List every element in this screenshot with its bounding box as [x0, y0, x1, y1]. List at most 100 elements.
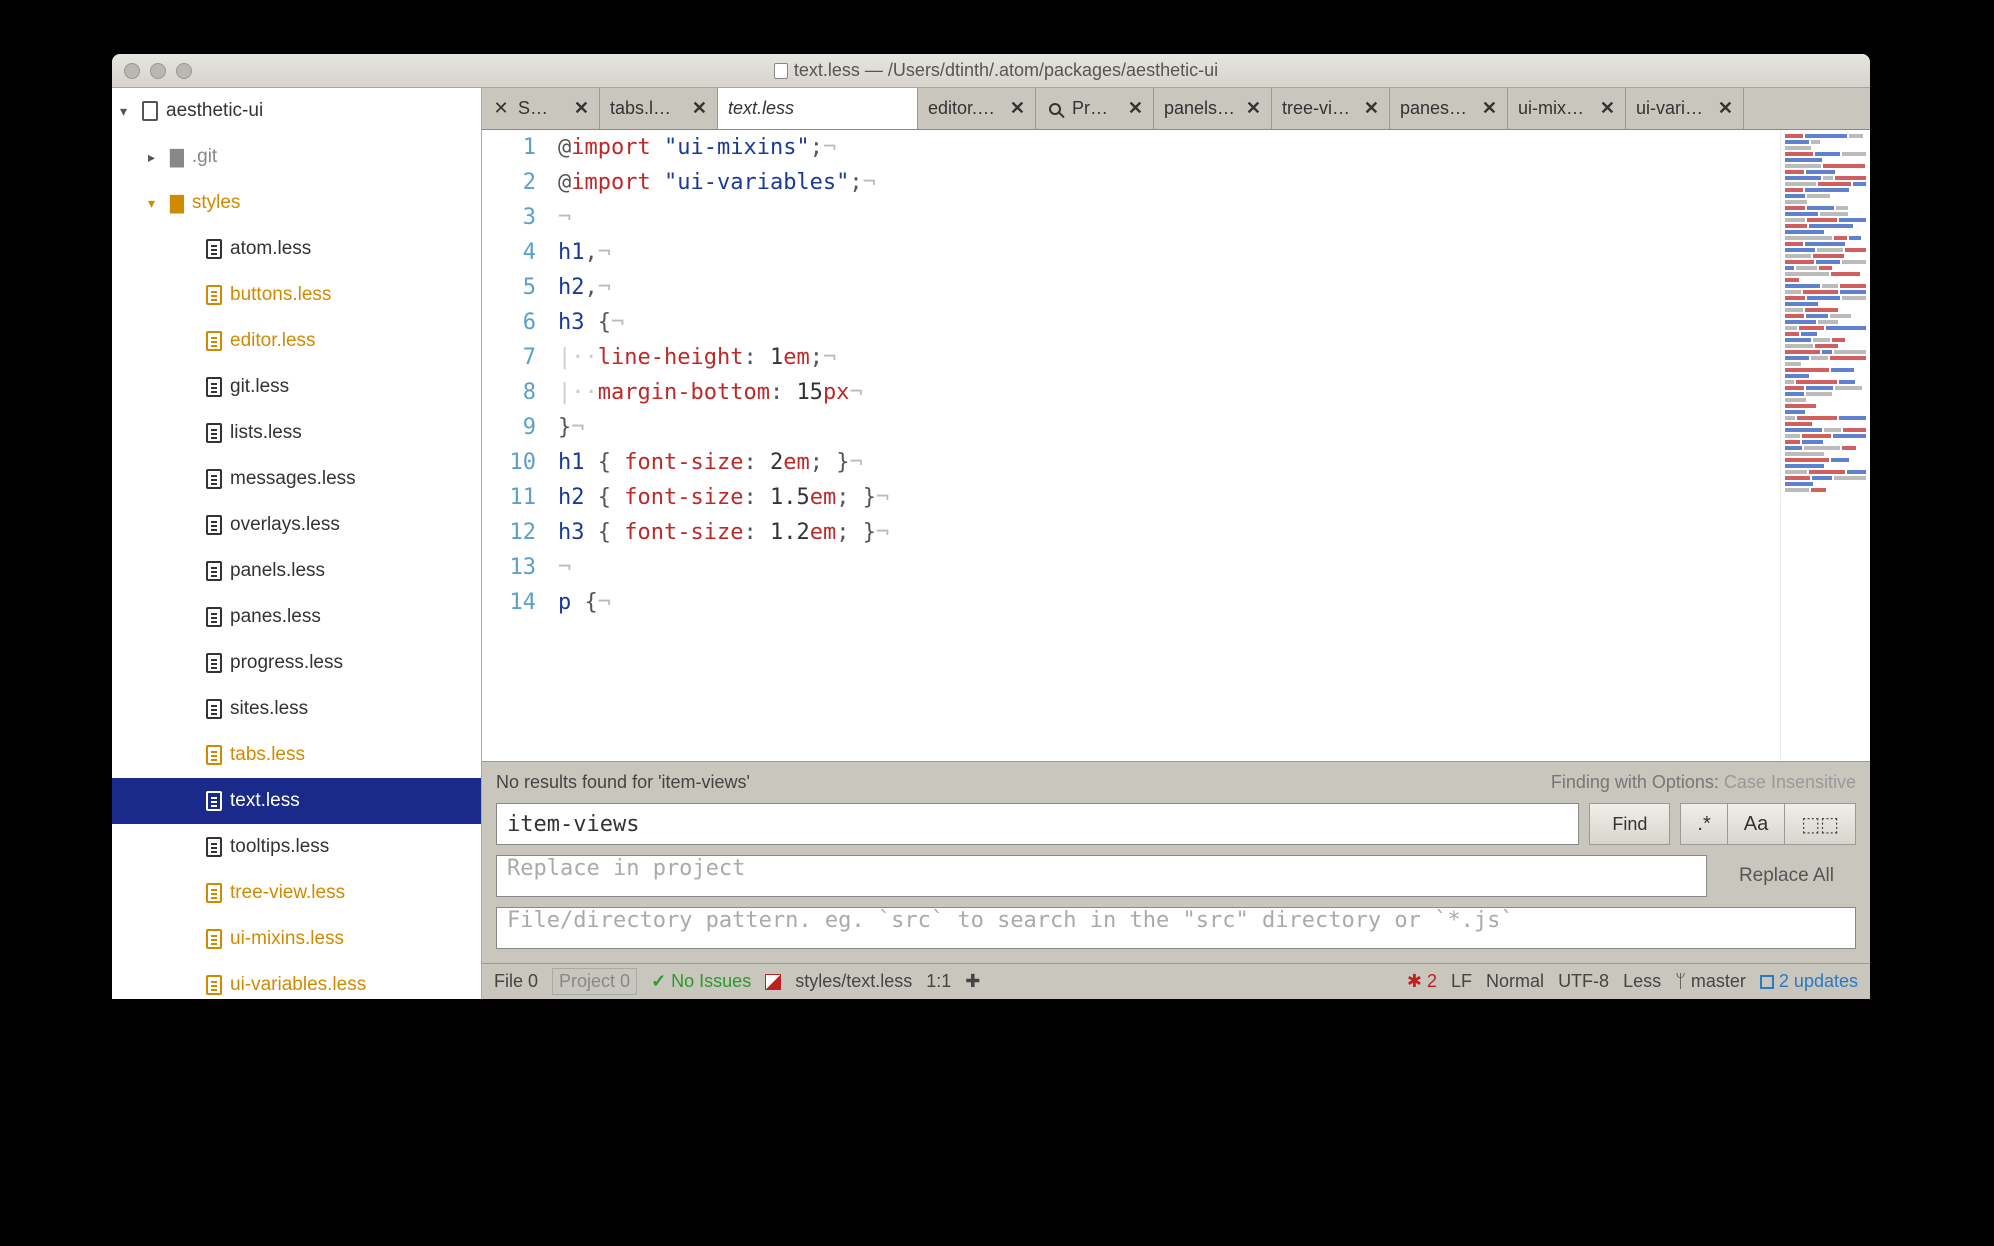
project-root[interactable]: ▾ aesthetic-ui	[112, 88, 481, 134]
styles-folder[interactable]: ▾ ▇ styles	[112, 180, 481, 226]
error-count[interactable]: ✱2	[1407, 971, 1437, 992]
replace-all-button[interactable]: Replace All	[1717, 865, 1856, 887]
file-name: editor.less	[230, 330, 316, 352]
line-ending[interactable]: LF	[1451, 971, 1472, 992]
tree-file-item[interactable]: editor.less	[112, 318, 481, 364]
close-tab-icon[interactable]: ✕	[1718, 98, 1733, 119]
case-toggle[interactable]: Aa	[1728, 803, 1785, 845]
path-filter-input[interactable]: File/directory pattern. eg. `src` to sea…	[496, 907, 1856, 949]
tab[interactable]: editor.…✕	[918, 88, 1036, 129]
find-options-text: Finding with Options: Case Insensitive	[1551, 772, 1856, 793]
file-name: messages.less	[230, 468, 356, 490]
add-selection[interactable]: ✚	[965, 971, 980, 992]
project-issues[interactable]: Project 0	[552, 968, 637, 995]
close-tab-icon[interactable]: ✕	[574, 98, 589, 119]
close-window-button[interactable]	[124, 63, 140, 79]
deprecation-indicator[interactable]	[765, 974, 781, 990]
tree-file-item[interactable]: git.less	[112, 364, 481, 410]
tab[interactable]: ui-mix…✕	[1508, 88, 1626, 129]
text-editor[interactable]: 1234567891011121314 @import "ui-mixins";…	[482, 130, 1870, 761]
deprecation-icon	[765, 974, 781, 990]
file-icon	[206, 423, 222, 443]
encoding[interactable]: UTF-8	[1558, 971, 1609, 992]
replace-input[interactable]: Replace in project	[496, 855, 1707, 897]
file-icon	[206, 653, 222, 673]
gutter: 1234567891011121314	[482, 130, 546, 761]
file-issues[interactable]: File 0	[494, 971, 538, 992]
minimize-window-button[interactable]	[150, 63, 166, 79]
tree-file-item[interactable]: buttons.less	[112, 272, 481, 318]
git-branch[interactable]: master	[1675, 971, 1746, 992]
tab-label: panels…	[1164, 98, 1238, 119]
file-name: tooltips.less	[230, 836, 329, 858]
package-updates[interactable]: 2 updates	[1760, 971, 1858, 992]
file-name: tabs.less	[230, 744, 305, 766]
close-tab-icon[interactable]: ✕	[1600, 98, 1615, 119]
file-name: ui-variables.less	[230, 974, 366, 996]
tab[interactable]: panes… ✕	[1390, 88, 1508, 129]
tab[interactable]: ✕S…✕	[482, 88, 600, 129]
file-path[interactable]: styles/text.less	[795, 971, 912, 992]
tree-file-item[interactable]: text.less	[112, 778, 481, 824]
tab-label: tree-vi…	[1282, 98, 1356, 119]
tab-label: panes…	[1400, 98, 1474, 119]
tab[interactable]: tabs.l… ✕	[600, 88, 718, 129]
file-icon	[206, 285, 222, 305]
whole-word-toggle[interactable]: ⬚⬚	[1785, 803, 1856, 845]
tab-label: tabs.l…	[610, 98, 684, 119]
editor-window: text.less — /Users/dtinth/.atom/packages…	[112, 54, 1870, 999]
tree-file-item[interactable]: ui-mixins.less	[112, 916, 481, 962]
close-tab-icon[interactable]: ✕	[1010, 98, 1025, 119]
minimap[interactable]	[1780, 130, 1870, 761]
close-tab-icon[interactable]: ✕	[692, 98, 707, 119]
tree-file-item[interactable]: messages.less	[112, 456, 481, 502]
file-name: overlays.less	[230, 514, 340, 536]
tree-file-item[interactable]: lists.less	[112, 410, 481, 456]
zoom-window-button[interactable]	[176, 63, 192, 79]
file-name: panels.less	[230, 560, 325, 582]
file-icon	[206, 791, 222, 811]
tab[interactable]: Pr… ✕	[1036, 88, 1154, 129]
grammar[interactable]: Less	[1623, 971, 1661, 992]
tab-label: Pr…	[1072, 98, 1120, 119]
root-label: aesthetic-ui	[166, 100, 263, 122]
bug-icon: ✱	[1407, 971, 1422, 992]
code-area[interactable]: @import "ui-mixins";¬@import "ui-variabl…	[546, 130, 1780, 761]
window-title-text: text.less — /Users/dtinth/.atom/packages…	[794, 60, 1218, 81]
tree-view[interactable]: ▾ aesthetic-ui ▸ ▇ .git ▾ ▇ styles atom.…	[112, 88, 482, 999]
linter-status[interactable]: No Issues	[651, 971, 751, 992]
tab[interactable]: tree-vi… ✕	[1272, 88, 1390, 129]
tab[interactable]: text.less	[718, 88, 918, 129]
tree-file-item[interactable]: tree-view.less	[112, 870, 481, 916]
find-input[interactable]	[496, 803, 1579, 845]
tree-file-item[interactable]: progress.less	[112, 640, 481, 686]
chevron-down-icon: ▾	[120, 103, 134, 120]
git-folder[interactable]: ▸ ▇ .git	[112, 134, 481, 180]
find-button[interactable]: Find	[1589, 803, 1670, 845]
tree-file-item[interactable]: overlays.less	[112, 502, 481, 548]
close-tab-icon[interactable]: ✕	[1128, 98, 1143, 119]
tree-file-item[interactable]: panels.less	[112, 548, 481, 594]
cursor-position[interactable]: 1:1	[926, 971, 951, 992]
tab-label: ui-vari…	[1636, 98, 1710, 119]
branch-icon	[1675, 971, 1686, 992]
close-tab-icon[interactable]: ✕	[1246, 98, 1261, 119]
close-tab-icon[interactable]: ✕	[1364, 98, 1379, 119]
whitespace-mode[interactable]: Normal	[1486, 971, 1544, 992]
repo-icon	[142, 101, 158, 121]
regex-toggle[interactable]: .*	[1680, 803, 1727, 845]
close-tab-icon[interactable]: ✕	[1482, 98, 1497, 119]
tree-file-item[interactable]: tooltips.less	[112, 824, 481, 870]
tree-file-item[interactable]: tabs.less	[112, 732, 481, 778]
tree-file-item[interactable]: ui-variables.less	[112, 962, 481, 999]
tree-file-item[interactable]: sites.less	[112, 686, 481, 732]
titlebar: text.less — /Users/dtinth/.atom/packages…	[112, 54, 1870, 88]
file-icon	[206, 929, 222, 949]
file-icon	[206, 239, 222, 259]
tab[interactable]: ui-vari… ✕	[1626, 88, 1744, 129]
tree-file-item[interactable]: panes.less	[112, 594, 481, 640]
tree-file-item[interactable]: atom.less	[112, 226, 481, 272]
settings-icon: ✕	[492, 100, 510, 118]
file-name: buttons.less	[230, 284, 331, 306]
tab[interactable]: panels… ✕	[1154, 88, 1272, 129]
